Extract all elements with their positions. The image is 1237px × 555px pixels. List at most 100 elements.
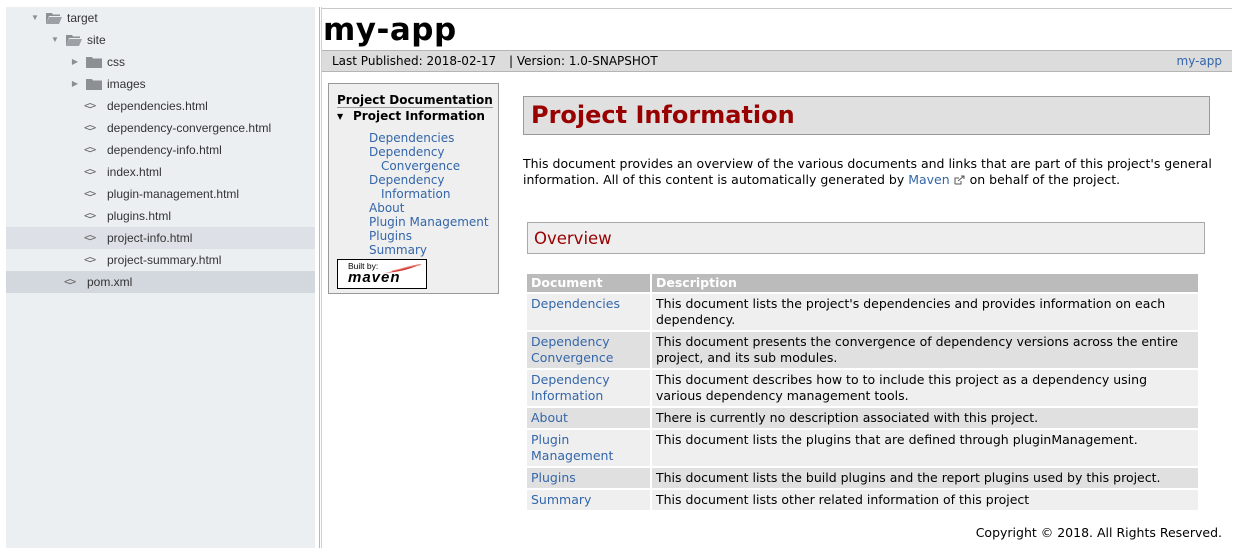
nav-link[interactable]: About [369,201,404,215]
chevron-right-icon[interactable]: ▶ [70,73,80,95]
col-header-description: Description [652,274,1200,292]
banner-bar: Last Published: 2018-02-17 | Version: 1.… [322,50,1232,72]
description-cell: This document describes how to to includ… [652,368,1200,406]
description-cell: There is currently no description associ… [652,406,1200,428]
version-label: | Version: 1.0-SNAPSHOT [509,54,658,68]
last-published: Last Published: 2018-02-17 [332,54,497,68]
nav-link-label: Information [381,187,451,201]
tree-item[interactable]: <> project-info.html [6,227,315,249]
nav-link[interactable]: Plugins [369,229,412,243]
document-link[interactable]: Summary [531,492,591,507]
document-link[interactable]: Plugin Management [531,432,613,463]
nav-link-label: Plugins [369,229,412,243]
nav-link-label: Dependency [369,145,445,159]
code-file-icon: <> [64,275,76,288]
chevron-down-icon[interactable]: ▼ [50,29,60,51]
document-cell: About [527,406,652,428]
tree-item-label: plugins.html [107,209,172,223]
tree-item-label: dependencies.html [107,99,208,113]
document-link[interactable]: Dependency Information [531,372,610,403]
tree-item[interactable]: ▼ site [6,29,315,51]
nav-link[interactable]: Summary [369,243,427,257]
folder-icon [86,56,102,68]
tree-item[interactable]: <> plugin-management.html [6,183,315,205]
document-link[interactable]: Dependency Convergence [531,334,613,365]
description-cell: This document presents the convergence o… [652,330,1200,368]
tree-item-label: css [107,55,125,69]
description-cell: This document lists the plugins that are… [652,428,1200,466]
document-cell: Dependency Convergence [527,330,652,368]
document-cell: Dependencies [527,292,652,330]
maven-link[interactable]: Maven [908,172,949,187]
nav-link[interactable]: Dependency Convergence [369,145,460,173]
tree-item-label: dependency-info.html [107,143,222,157]
code-file-icon: <> [84,99,96,112]
description-cell: This document lists the build plugins an… [652,466,1200,488]
nav-link-label: Dependency [369,173,445,187]
tree-item-label: site [87,33,106,47]
copyright: Copyright © 2018. All Rights Reserved. [975,525,1222,540]
tree-item-label: plugin-management.html [107,187,240,201]
col-header-document: Document [527,274,652,292]
built-by-maven-badge[interactable]: Built by: maven [337,259,427,289]
document-link[interactable]: Dependencies [531,296,620,311]
table-row: Plugin Management This document lists the… [527,428,1200,466]
nav-current-item: Project Information [353,109,485,123]
site-title: my-app [323,12,457,48]
table-row: Summary This document lists other related… [527,488,1200,510]
description-cell: This document lists the project's depend… [652,292,1200,330]
tree-item[interactable]: ▶ images [6,73,315,95]
intro-paragraph: This document provides an overview of th… [523,156,1213,188]
maven-logo: maven [348,269,401,286]
chevron-right-icon[interactable]: ▶ [70,51,80,73]
nav-link-label: Dependencies [369,131,455,145]
tree-item[interactable]: ▼ target [6,7,315,29]
nav-link-label: About [369,201,405,215]
document-cell: Summary [527,488,652,510]
nav-link[interactable]: Dependencies [369,131,454,145]
tree-item-label: project-summary.html [107,253,222,267]
nav-link[interactable]: Dependency Information [369,173,450,201]
expanded-triangle-icon: ▼ [337,112,344,121]
tree-item[interactable]: <> project-summary.html [6,249,315,271]
code-file-icon: <> [84,253,96,266]
document-cell: Plugin Management [527,428,652,466]
overview-heading-box: Overview [527,222,1205,254]
panel-divider[interactable] [319,7,320,548]
folder-icon [86,78,102,90]
tree-item[interactable]: <> dependency-info.html [6,139,315,161]
code-file-icon: <> [84,209,96,222]
table-row: Dependency Information This document desc… [527,368,1200,406]
document-cell: Dependency Information [527,368,652,406]
table-row: Plugins This document lists the build plu… [527,466,1200,488]
top-border [322,8,1232,9]
nav-link-label: Plugin Management [369,215,489,229]
tree-item-label: target [67,11,98,25]
tree-item-label: pom.xml [87,275,133,289]
tree-item[interactable]: <> index.html [6,161,315,183]
chevron-down-icon[interactable]: ▼ [30,7,40,29]
external-link-icon [954,175,965,185]
tree-item[interactable]: <> pom.xml [6,271,315,293]
table-row: Dependency Convergence This document pres… [527,330,1200,368]
tree-item[interactable]: <> dependencies.html [6,95,315,117]
table-row: About There is currently no description a… [527,406,1200,428]
folder-open-icon [46,12,62,24]
documents-table: Document Description Dependencies This do… [527,274,1200,510]
page-heading-box: Project Information [523,96,1210,135]
table-row: Dependencies This document lists the proj… [527,292,1200,330]
code-file-icon: <> [84,143,96,156]
code-file-icon: <> [84,121,96,134]
tree-item-label: images [107,77,146,91]
overview-heading: Overview [534,229,612,248]
tree-item[interactable]: <> plugins.html [6,205,315,227]
document-link[interactable]: About [531,410,568,425]
nav-heading: Project Documentation [337,93,493,108]
tree-item[interactable]: ▶ css [6,51,315,73]
nav-link-label: Summary [369,243,427,257]
tree-item[interactable]: <> dependency-convergence.html [6,117,315,139]
tree-item-label: index.html [107,165,162,179]
document-link[interactable]: Plugins [531,470,576,485]
nav-link[interactable]: Plugin Management [369,215,489,229]
banner-project-link[interactable]: my-app [1177,51,1223,71]
